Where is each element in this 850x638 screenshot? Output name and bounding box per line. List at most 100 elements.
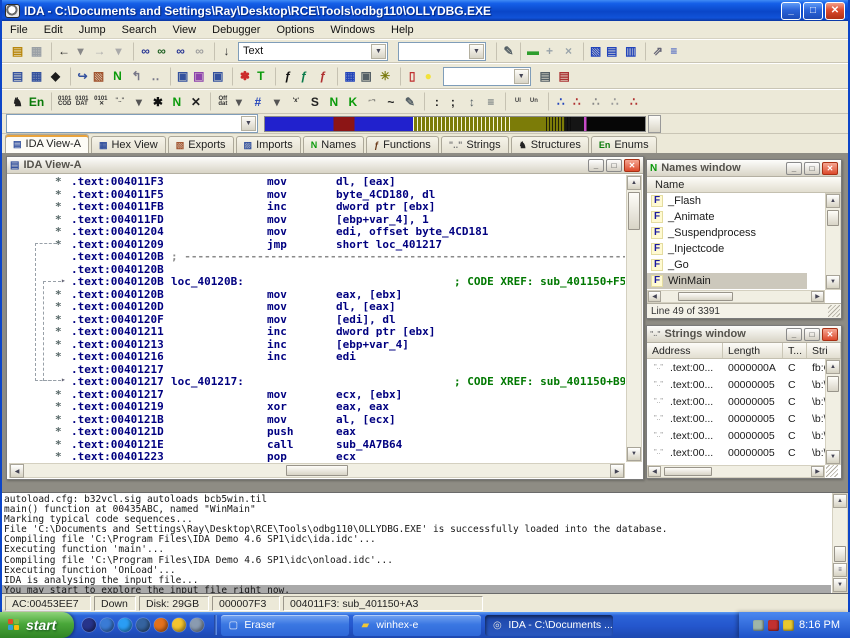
tab-ida-view-a[interactable]: ▤ IDA View-A <box>5 134 89 153</box>
graph-user-xrefs-icon[interactable]: ∴ <box>605 92 624 111</box>
quick-launch-music-icon[interactable] <box>190 618 204 632</box>
function-icon[interactable]: ƒ <box>275 67 294 86</box>
tab-names[interactable]: N Names <box>303 136 364 153</box>
search-sequence-binoculars-icon[interactable]: ∞ <box>171 42 190 61</box>
code-line[interactable]: * .text:004011FD mov [ebp+var_4], 1 <box>9 213 625 226</box>
breakpoint-icon[interactable]: ● <box>419 67 438 86</box>
resize-grip[interactable] <box>828 305 840 317</box>
navigation-band-grip[interactable] <box>648 115 661 133</box>
scroll-split-icon[interactable]: ≡ <box>833 563 847 577</box>
open-subview-icon[interactable]: ▣ <box>170 67 189 86</box>
minimize-button[interactable]: _ <box>781 2 801 20</box>
tab-hex-view[interactable]: ▦ Hex View <box>91 136 166 153</box>
stack-list-icon[interactable]: ≡ <box>481 92 500 111</box>
script-file-icon[interactable]: ▯ <box>400 67 419 86</box>
delete-name-icon[interactable]: ✕ <box>186 92 205 111</box>
quick-launch-globe-icon[interactable] <box>118 618 132 632</box>
text-icon[interactable]: T <box>251 67 270 86</box>
scroll-thumb[interactable] <box>286 465 348 476</box>
add-item-icon[interactable]: + <box>540 42 559 61</box>
quick-launch-media-player-icon[interactable] <box>100 618 114 632</box>
disassembly-vertical-scrollbar[interactable]: ▲ ▼ <box>626 175 642 462</box>
make-data-icon[interactable]: 0101 DAT <box>72 92 91 111</box>
window-arrange-icon[interactable]: ⇗ <box>645 42 664 61</box>
union-name-icon[interactable]: Un <box>524 92 543 111</box>
names-list-item[interactable]: F _Animate <box>647 209 807 225</box>
strings-column-headers[interactable]: Address Length T... Stri <box>647 343 841 359</box>
pencil-icon[interactable]: ✎ <box>496 42 515 61</box>
log-line[interactable]: You may start to explore the input file … <box>2 585 831 594</box>
strings-vertical-scrollbar[interactable]: ▲ ▼ <box>825 359 841 465</box>
jump-name-icon[interactable]: N <box>108 67 127 86</box>
graph-xrefs-to-icon[interactable]: ∴ <box>567 92 586 111</box>
quick-launch-aim-icon[interactable] <box>172 618 186 632</box>
delete-item-icon[interactable]: × <box>559 42 578 61</box>
rename-icon[interactable]: N <box>167 92 186 111</box>
menu-item[interactable]: File <box>2 22 36 38</box>
start-button[interactable]: start <box>0 612 74 638</box>
code-line[interactable]: * .text:0040120D mov dl, [eax] <box>9 300 625 313</box>
enums-toolbar-icon[interactable]: En <box>27 92 46 111</box>
names-vertical-scrollbar[interactable]: ▲ ▼ <box>825 193 841 290</box>
string-literal-dropdown-icon[interactable]: ▾ <box>129 92 148 111</box>
disassembly-listing[interactable]: * .text:004011F3 mov dl, [eax] * <box>9 175 625 462</box>
column-header-string[interactable]: Stri <box>807 343 841 358</box>
scroll-up-icon[interactable]: ▲ <box>826 360 840 374</box>
open-file-icon[interactable]: ▤ <box>8 42 27 61</box>
names-list-item[interactable]: F _Go <box>647 257 807 273</box>
tray-agent-icon[interactable] <box>753 620 764 631</box>
code-line[interactable]: * .text:0040121D push eax <box>9 425 625 438</box>
scroll-left-icon[interactable]: ◀ <box>648 291 661 302</box>
graph-flow-icon[interactable]: ∴ <box>548 92 567 111</box>
union-select-icon[interactable]: Ul <box>505 92 524 111</box>
hide-item-icon[interactable]: ▬ <box>520 42 540 61</box>
name-icon[interactable]: N <box>324 92 343 111</box>
scroll-thumb[interactable] <box>827 376 839 392</box>
code-line[interactable]: * .text:00401216 inc edi <box>9 350 625 363</box>
navigation-band[interactable] <box>264 116 646 132</box>
output-window[interactable]: autoload.cfg: b32vcl.sig autoloads bcb5w… <box>2 492 848 594</box>
strings-table-row[interactable]: ".." .text:00... 00000005 C \b:\ <box>647 444 825 461</box>
back-dropdown-icon[interactable]: ▾ <box>71 42 90 61</box>
log-line[interactable]: autoload.cfg: b32vcl.sig autoloads bcb5w… <box>2 494 831 504</box>
number-icon[interactable]: # <box>248 92 267 111</box>
menu-item[interactable]: Debugger <box>204 22 268 38</box>
tab-enums[interactable]: En Enums <box>591 136 657 153</box>
tab-functions[interactable]: ƒ Functions <box>366 136 439 153</box>
search-value-combobox[interactable]: ▼ <box>398 42 486 61</box>
maximize-button[interactable]: □ <box>804 162 820 175</box>
code-line[interactable]: * .text:0040121E call sub_4A7B64 <box>9 438 625 451</box>
forward-icon[interactable]: → <box>90 42 109 61</box>
string-literal-icon[interactable]: ".." <box>110 92 129 111</box>
minimize-button[interactable]: _ <box>786 162 802 175</box>
quick-launch-firefox-icon[interactable] <box>154 618 168 632</box>
names-list-item[interactable]: F _Suspendprocess <box>647 225 807 241</box>
scroll-up-icon[interactable]: ▲ <box>833 494 847 508</box>
maximize-button[interactable]: □ <box>606 159 622 172</box>
log-line[interactable]: Executing function 'OnLoad'... <box>2 565 831 575</box>
jump-segment-icon[interactable]: ▧ <box>89 67 108 86</box>
ida-view-a-title-bar[interactable]: ▤ IDA View-A _ □ ✕ <box>7 157 643 174</box>
jump-address-combobox[interactable]: ▼ <box>6 114 258 133</box>
copy-window-icon[interactable]: ▣ <box>189 67 208 86</box>
scroll-down-icon[interactable]: ▼ <box>826 275 840 289</box>
function-delete-icon[interactable]: ƒ <box>313 67 332 86</box>
tab-exports[interactable]: ▧ Exports <box>168 136 234 153</box>
scroll-right-icon[interactable]: ▶ <box>811 466 824 477</box>
names-list-item[interactable]: F _Injectcode <box>647 241 807 257</box>
task-eraser[interactable]: ▢ Eraser <box>221 615 349 636</box>
code-line[interactable]: * .text:00401223 pop ecx <box>9 450 625 462</box>
code-line[interactable]: * .text:004011F3 mov dl, [eax] <box>9 175 625 188</box>
function-add-icon[interactable]: ƒ <box>294 67 313 86</box>
column-header-type[interactable]: T... <box>783 343 807 358</box>
scroll-thumb[interactable] <box>664 467 712 476</box>
output-vertical-scrollbar[interactable]: ▲ ≡ ▼ <box>832 493 848 593</box>
scroll-thumb[interactable] <box>827 210 839 226</box>
search-binoculars-icon[interactable]: ∞ <box>133 42 152 61</box>
code-line[interactable]: * .text:00401209 jmp short loc_401217 <box>9 238 625 251</box>
strings-table-row[interactable]: ".." .text:00... 00000005 C \b:\ <box>647 410 825 427</box>
chevron-down-icon[interactable]: ▼ <box>371 44 386 59</box>
char-icon[interactable]: 'x' <box>286 92 305 111</box>
save-file-icon[interactable]: ▦ <box>27 42 46 61</box>
scroll-thumb[interactable] <box>834 546 846 562</box>
